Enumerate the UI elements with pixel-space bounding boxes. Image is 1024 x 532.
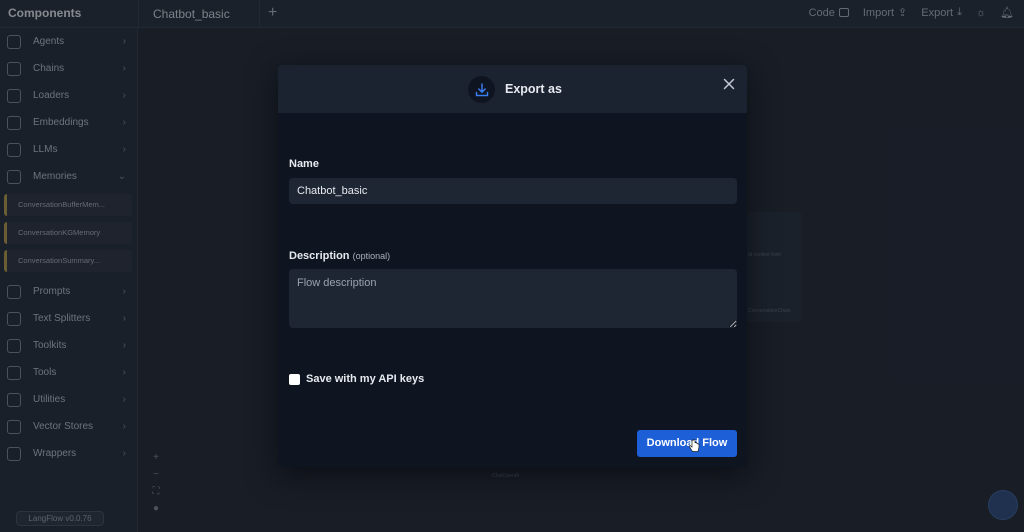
- download-flow-button[interactable]: Download Flow: [637, 430, 737, 457]
- save-api-keys-row[interactable]: Save with my API keys: [289, 373, 424, 385]
- save-api-keys-checkbox[interactable]: [289, 373, 300, 385]
- description-input[interactable]: [289, 269, 737, 328]
- download-icon: [468, 76, 495, 103]
- optional-hint: (optional): [352, 251, 391, 261]
- save-api-keys-label: Save with my API keys: [306, 373, 425, 385]
- hand-cursor-icon: [688, 439, 700, 458]
- export-modal: Export as Name Description (optional) Sa…: [278, 65, 747, 467]
- description-label: Description (optional): [289, 250, 391, 262]
- name-input[interactable]: [289, 178, 737, 204]
- modal-header: Export as: [278, 65, 747, 113]
- close-icon[interactable]: [721, 76, 737, 92]
- name-label: Name: [289, 158, 319, 170]
- modal-title: Export as: [505, 82, 562, 96]
